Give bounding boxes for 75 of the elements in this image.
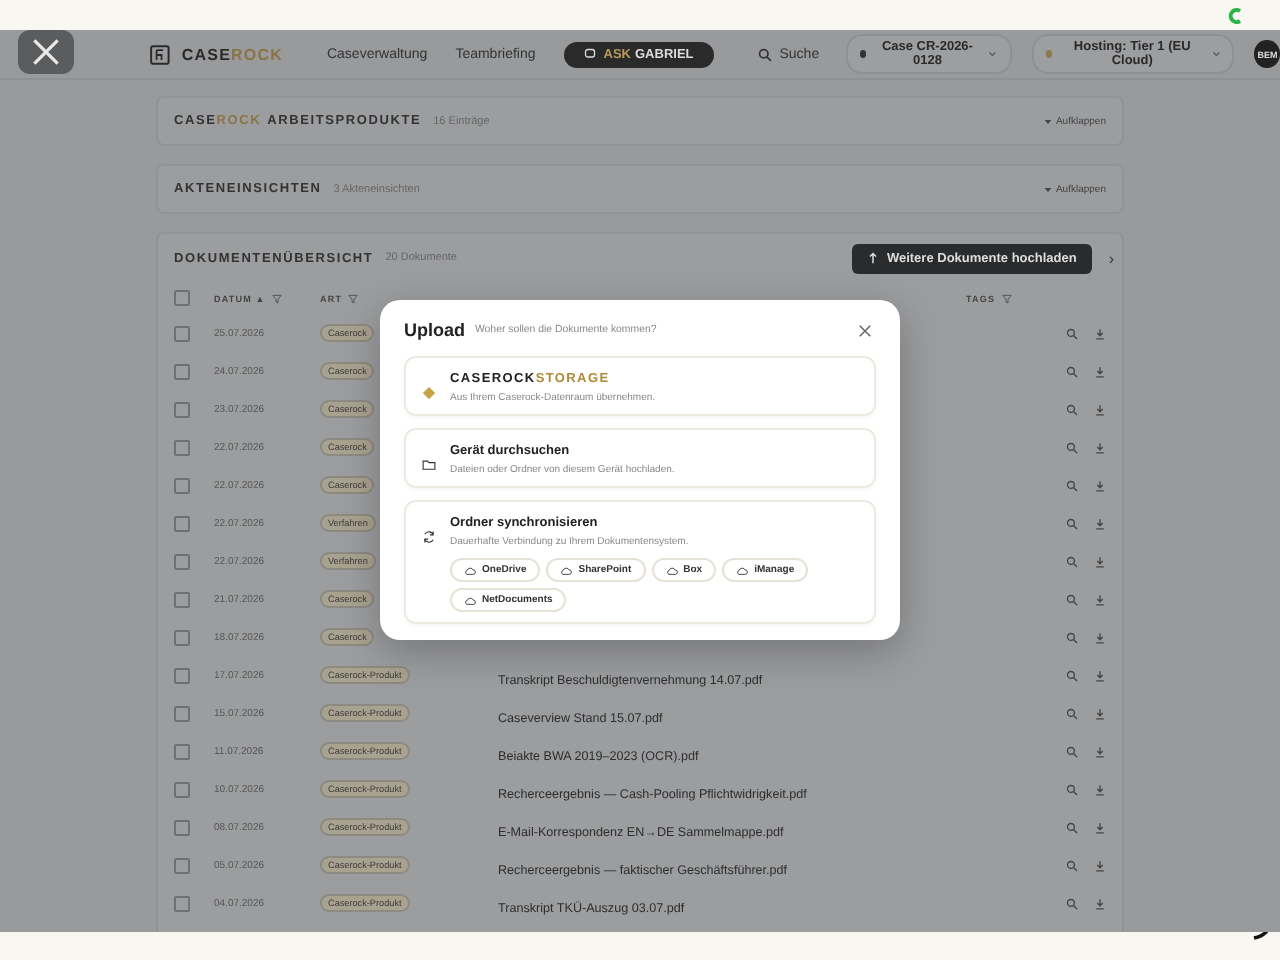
close-icon[interactable]	[858, 323, 872, 337]
download-icon[interactable]	[1094, 479, 1106, 491]
download-icon[interactable]	[1094, 441, 1106, 453]
cloud-icon	[464, 565, 476, 575]
sync-icon	[422, 530, 436, 544]
cloud-icon	[464, 595, 476, 605]
search-icon[interactable]	[1066, 707, 1078, 719]
cloud-icon	[736, 565, 749, 575]
checkbox[interactable]	[174, 819, 190, 835]
search-icon[interactable]	[1066, 821, 1078, 833]
search-icon[interactable]	[1066, 593, 1078, 605]
checkbox[interactable]	[174, 743, 190, 759]
folder-icon	[422, 458, 436, 472]
search-icon[interactable]	[1066, 365, 1078, 377]
filter-icon[interactable]	[348, 293, 359, 303]
checkbox[interactable]	[174, 325, 190, 341]
download-icon[interactable]	[1094, 859, 1106, 871]
checkbox[interactable]	[174, 705, 190, 721]
cloud-icon	[560, 565, 573, 575]
download-icon[interactable]	[1094, 403, 1106, 415]
caret-icon	[1043, 117, 1052, 125]
search-icon[interactable]	[1066, 327, 1078, 339]
dialog-title: Upload	[404, 320, 465, 340]
diamond-icon	[422, 386, 436, 400]
extension-icon[interactable]	[1228, 7, 1244, 23]
checkbox[interactable]	[174, 477, 190, 493]
close-icon	[32, 38, 60, 66]
filter-icon[interactable]	[271, 293, 282, 303]
download-icon[interactable]	[1094, 327, 1106, 339]
download-icon[interactable]	[1094, 517, 1106, 529]
checkbox[interactable]	[174, 895, 190, 911]
checkbox[interactable]	[174, 857, 190, 873]
checkbox[interactable]	[174, 290, 190, 306]
checkbox[interactable]	[174, 781, 190, 797]
next-button[interactable]: ›	[1104, 249, 1118, 267]
search-icon	[757, 47, 772, 61]
download-icon[interactable]	[1094, 897, 1106, 909]
download-icon[interactable]	[1094, 745, 1106, 757]
search-icon[interactable]	[1066, 897, 1078, 909]
download-icon[interactable]	[1094, 593, 1106, 605]
checkbox[interactable]	[174, 401, 190, 417]
download-icon[interactable]	[1094, 821, 1106, 833]
checkbox[interactable]	[174, 629, 190, 645]
search-icon[interactable]	[1066, 631, 1078, 643]
caret-icon	[1211, 50, 1221, 58]
download-icon[interactable]	[1094, 669, 1106, 681]
search-icon[interactable]	[1066, 403, 1078, 415]
caret-icon	[988, 50, 998, 58]
upload-icon	[868, 252, 879, 264]
download-icon[interactable]	[1094, 707, 1106, 719]
logo-icon	[150, 43, 170, 65]
logo-text: CASEROCK	[181, 45, 283, 63]
filter-icon[interactable]	[1001, 293, 1012, 303]
checkbox[interactable]	[174, 363, 190, 379]
search-icon[interactable]	[1066, 669, 1078, 681]
search-icon[interactable]	[1066, 517, 1078, 529]
search-icon[interactable]	[1066, 555, 1078, 567]
caret-icon	[1043, 185, 1052, 193]
checkbox[interactable]	[174, 439, 190, 455]
search-icon[interactable]	[1066, 783, 1078, 795]
download-icon[interactable]	[1094, 631, 1106, 643]
checkbox[interactable]	[174, 667, 190, 683]
checkbox[interactable]	[174, 591, 190, 607]
checkbox[interactable]	[174, 515, 190, 531]
download-icon[interactable]	[1094, 783, 1106, 795]
chat-icon	[583, 48, 596, 60]
close-button[interactable]	[18, 30, 74, 74]
cloud-icon	[665, 565, 678, 575]
search-icon[interactable]	[1066, 479, 1078, 491]
search-icon[interactable]	[1066, 441, 1078, 453]
download-icon[interactable]	[1094, 365, 1106, 377]
search-icon[interactable]	[1066, 745, 1078, 757]
download-icon[interactable]	[1094, 555, 1106, 567]
checkbox[interactable]	[174, 553, 190, 569]
search-icon[interactable]	[1066, 859, 1078, 871]
